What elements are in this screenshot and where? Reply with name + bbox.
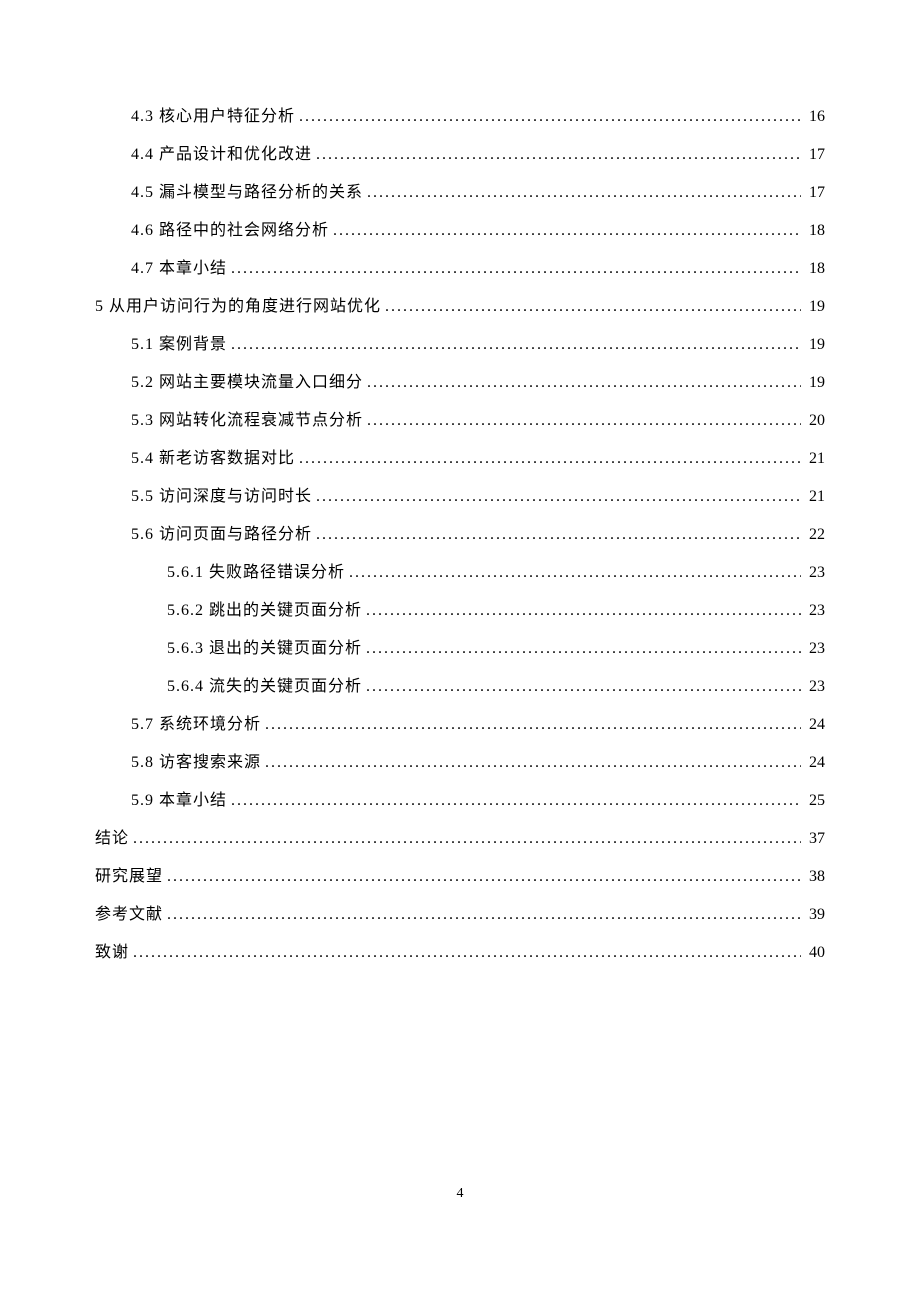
toc-leader-dots xyxy=(231,333,801,357)
toc-leader-dots xyxy=(167,903,801,927)
toc-entry[interactable]: 5.4 新老访客数据对比 21 xyxy=(95,447,825,471)
toc-title: 4.4 产品设计和优化改进 xyxy=(131,143,312,167)
toc-leader-dots xyxy=(349,561,801,585)
toc-entry[interactable]: 4.3 核心用户特征分析 16 xyxy=(95,105,825,129)
toc-entry[interactable]: 5 从用户访问行为的角度进行网站优化 19 xyxy=(95,295,825,319)
toc-entry[interactable]: 5.6.2 跳出的关键页面分析 23 xyxy=(95,599,825,623)
toc-leader-dots xyxy=(231,257,801,281)
toc-leader-dots xyxy=(299,105,801,129)
toc-leader-dots xyxy=(133,827,801,851)
toc-title: 5.6.4 流失的关键页面分析 xyxy=(167,675,362,699)
toc-leader-dots xyxy=(366,599,801,623)
toc-leader-dots xyxy=(299,447,801,471)
toc-entry[interactable]: 5.6 访问页面与路径分析 22 xyxy=(95,523,825,547)
toc-title: 研究展望 xyxy=(95,865,163,889)
toc-title: 5.6 访问页面与路径分析 xyxy=(131,523,312,547)
toc-page-number: 19 xyxy=(805,333,825,357)
toc-entry[interactable]: 5.8 访客搜索来源 24 xyxy=(95,751,825,775)
toc-entry[interactable]: 4.4 产品设计和优化改进 17 xyxy=(95,143,825,167)
toc-leader-dots xyxy=(367,371,801,395)
toc-title: 5.7 系统环境分析 xyxy=(131,713,261,737)
toc-title: 5.8 访客搜索来源 xyxy=(131,751,261,775)
toc-leader-dots xyxy=(265,713,801,737)
toc-title: 4.3 核心用户特征分析 xyxy=(131,105,295,129)
toc-title: 5.5 访问深度与访问时长 xyxy=(131,485,312,509)
toc-title: 5 从用户访问行为的角度进行网站优化 xyxy=(95,295,381,319)
toc-title: 5.6.1 失败路径错误分析 xyxy=(167,561,345,585)
toc-leader-dots xyxy=(265,751,801,775)
toc-leader-dots xyxy=(316,523,801,547)
toc-entry[interactable]: 5.6.3 退出的关键页面分析 23 xyxy=(95,637,825,661)
toc-entry[interactable]: 5.6.1 失败路径错误分析 23 xyxy=(95,561,825,585)
toc-entry[interactable]: 5.6.4 流失的关键页面分析 23 xyxy=(95,675,825,699)
toc-title: 结论 xyxy=(95,827,129,851)
toc-title: 4.7 本章小结 xyxy=(131,257,227,281)
toc-entry[interactable]: 4.5 漏斗模型与路径分析的关系 17 xyxy=(95,181,825,205)
toc-page-number: 40 xyxy=(805,941,825,965)
toc-page-number: 20 xyxy=(805,409,825,433)
toc-page-number: 25 xyxy=(805,789,825,813)
toc-title: 5.2 网站主要模块流量入口细分 xyxy=(131,371,363,395)
toc-leader-dots xyxy=(367,409,801,433)
toc-title: 致谢 xyxy=(95,941,129,965)
toc-title: 4.5 漏斗模型与路径分析的关系 xyxy=(131,181,363,205)
toc-page-number: 18 xyxy=(805,257,825,281)
toc-page-number: 22 xyxy=(805,523,825,547)
toc-page-number: 16 xyxy=(805,105,825,129)
toc-page-number: 23 xyxy=(805,675,825,699)
toc-entry[interactable]: 5.3 网站转化流程衰减节点分析 20 xyxy=(95,409,825,433)
toc-entry[interactable]: 5.1 案例背景 19 xyxy=(95,333,825,357)
toc-title: 5.9 本章小结 xyxy=(131,789,227,813)
toc-entry[interactable]: 结论 37 xyxy=(95,827,825,851)
toc-entry[interactable]: 致谢 40 xyxy=(95,941,825,965)
toc-title: 5.1 案例背景 xyxy=(131,333,227,357)
toc-title: 5.4 新老访客数据对比 xyxy=(131,447,295,471)
toc-title: 参考文献 xyxy=(95,903,163,927)
toc-leader-dots xyxy=(231,789,801,813)
toc-entry[interactable]: 5.2 网站主要模块流量入口细分 19 xyxy=(95,371,825,395)
toc-title: 5.3 网站转化流程衰减节点分析 xyxy=(131,409,363,433)
toc-entry[interactable]: 5.9 本章小结 25 xyxy=(95,789,825,813)
toc-page-number: 19 xyxy=(805,371,825,395)
toc-title: 5.6.3 退出的关键页面分析 xyxy=(167,637,362,661)
toc-leader-dots xyxy=(316,143,801,167)
toc-title: 4.6 路径中的社会网络分析 xyxy=(131,219,329,243)
toc-leader-dots xyxy=(385,295,801,319)
toc-leader-dots xyxy=(367,181,801,205)
toc-page-number: 38 xyxy=(805,865,825,889)
toc-entry[interactable]: 4.6 路径中的社会网络分析 18 xyxy=(95,219,825,243)
page-number: 4 xyxy=(0,1186,920,1202)
toc-leader-dots xyxy=(133,941,801,965)
toc-page-number: 24 xyxy=(805,713,825,737)
toc-page-number: 18 xyxy=(805,219,825,243)
toc-page-number: 19 xyxy=(805,295,825,319)
toc-entry[interactable]: 5.7 系统环境分析 24 xyxy=(95,713,825,737)
toc-entry[interactable]: 4.7 本章小结 18 xyxy=(95,257,825,281)
toc-page-number: 21 xyxy=(805,485,825,509)
toc-page-number: 37 xyxy=(805,827,825,851)
toc-page-number: 17 xyxy=(805,181,825,205)
toc-page-number: 17 xyxy=(805,143,825,167)
toc-entry[interactable]: 5.5 访问深度与访问时长 21 xyxy=(95,485,825,509)
toc-leader-dots xyxy=(316,485,801,509)
toc-leader-dots xyxy=(366,675,801,699)
toc-leader-dots xyxy=(167,865,801,889)
toc-leader-dots xyxy=(366,637,801,661)
toc-container: 4.3 核心用户特征分析164.4 产品设计和优化改进174.5 漏斗模型与路径… xyxy=(0,0,920,965)
toc-page-number: 24 xyxy=(805,751,825,775)
toc-entry[interactable]: 研究展望 38 xyxy=(95,865,825,889)
toc-page-number: 23 xyxy=(805,599,825,623)
toc-page-number: 23 xyxy=(805,561,825,585)
toc-title: 5.6.2 跳出的关键页面分析 xyxy=(167,599,362,623)
toc-page-number: 39 xyxy=(805,903,825,927)
toc-leader-dots xyxy=(333,219,801,243)
toc-page-number: 23 xyxy=(805,637,825,661)
toc-page-number: 21 xyxy=(805,447,825,471)
toc-entry[interactable]: 参考文献 39 xyxy=(95,903,825,927)
